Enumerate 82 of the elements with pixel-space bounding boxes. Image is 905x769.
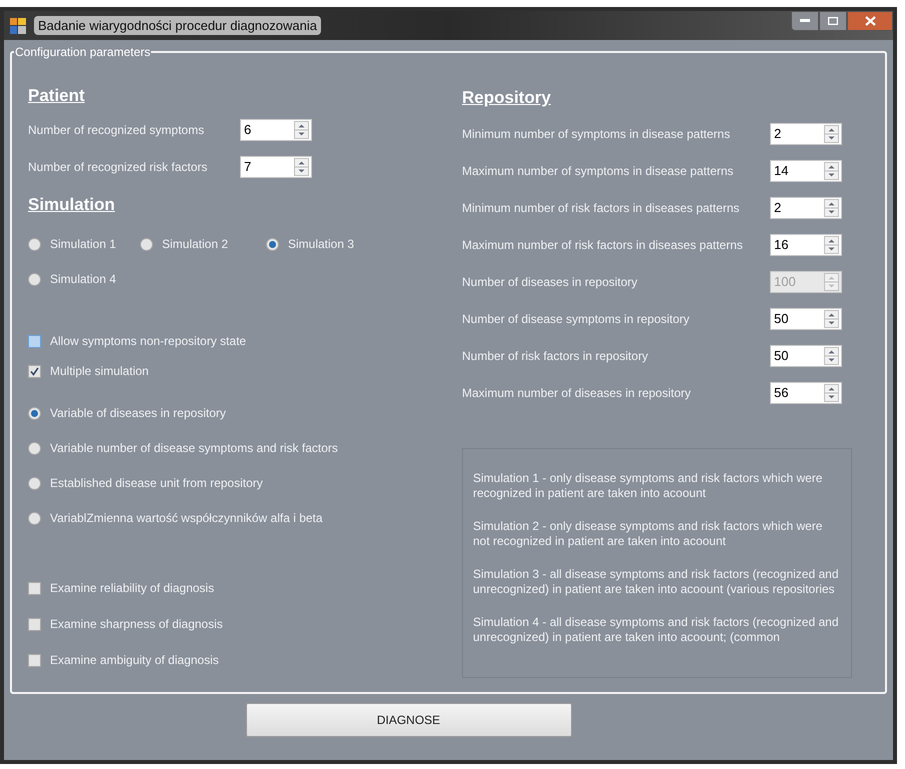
up-down-arrows-icon[interactable] [824, 310, 839, 328]
field-label: Number of risk factors in repository [462, 348, 650, 364]
checkbox[interactable] [28, 654, 41, 666]
up-down-arrows-icon[interactable] [824, 346, 839, 364]
radio-label: Simulation 1 [50, 236, 116, 253]
app-icon [10, 18, 26, 34]
group-title: Configuration parameters [14, 44, 152, 61]
radio-button[interactable] [266, 238, 279, 250]
up-down-arrows-icon[interactable] [824, 384, 839, 402]
spinner-value: 16 [773, 238, 790, 251]
radio-label: Established disease unit from repository [50, 475, 263, 492]
field-label: Number of disease symptoms in repository [462, 310, 690, 328]
radio-button[interactable] [28, 442, 41, 454]
field-label: Minimum number of symptoms in disease patterns [462, 126, 732, 142]
spinner-value: 14 [773, 164, 790, 177]
diagnose-button[interactable]: DIAGNOSE [246, 703, 572, 737]
number-spinner[interactable]: 7 [240, 156, 312, 178]
up-down-arrows-icon[interactable] [824, 124, 839, 142]
info-text: Simulation 1 - only disease symptoms and risk factors which were recognized in patient are taken into acoount [473, 470, 824, 500]
info-text: Simulation 4 - all disease symptoms and risk factors (recognized and unrecognized) in patient are taken into acoount; (common [473, 614, 840, 644]
maximize-button[interactable] [819, 11, 847, 31]
window-title: Badanie wiarygodności procedur diagnozowania [34, 16, 321, 36]
checkbox-label: Multiple simulation [50, 363, 149, 380]
number-spinner[interactable]: 6 [240, 118, 312, 140]
number-spinner[interactable]: 14 [770, 160, 842, 182]
field-label: Minimum number of risk factors in diseases patterns [462, 200, 740, 216]
field-label: Maximum number of diseases in repository [462, 384, 692, 402]
number-spinner[interactable]: 50 [770, 344, 842, 366]
number-spinner[interactable]: 50 [770, 308, 842, 330]
spinner-value: 2 [773, 201, 782, 214]
radio-label: Simulation 3 [288, 236, 354, 253]
field-label: Number of diseases in repository [462, 274, 638, 290]
maximize-icon [828, 17, 838, 25]
minimize-button[interactable] [791, 11, 819, 31]
spinner-value: 2 [773, 127, 782, 140]
number-spinner[interactable]: 16 [770, 234, 842, 256]
up-down-arrows-icon[interactable] [824, 236, 839, 254]
number-spinner[interactable]: 2 [770, 122, 842, 144]
radio-button[interactable] [28, 272, 41, 286]
field-label: Maximum number of symptoms in disease patterns [462, 162, 734, 180]
spinner-value: 7 [243, 160, 252, 173]
hover-highlight [29, 582, 40, 594]
hover-highlight [29, 654, 40, 666]
radio-label: Simulation 2 [162, 236, 228, 253]
close-button[interactable] [847, 11, 893, 31]
up-down-arrows-icon[interactable] [824, 162, 839, 180]
radio-button[interactable] [140, 238, 153, 250]
radio-label: Variable number of disease symptoms and risk factors [50, 440, 338, 457]
field-label: Maximum number of risk factors in diseases patterns [462, 236, 744, 254]
minimize-icon [800, 19, 810, 23]
spinner-value: 100 [773, 275, 797, 288]
radio-label: Variable of diseases in repository [50, 405, 226, 422]
spinner-value: 50 [773, 312, 790, 325]
spinner-value: 50 [773, 349, 790, 362]
section-heading: Repository [462, 87, 552, 109]
radio-label: VariablZmienna wartość współczynników alfa i beta [50, 510, 323, 527]
checkbox-label: Examine sharpness of diagnosis [50, 616, 223, 633]
checkbox-label: Examine ambiguity of diagnosis [50, 652, 219, 669]
radio-button[interactable] [28, 476, 41, 490]
close-icon [864, 16, 876, 26]
info-text: Simulation 2 - only disease symptoms and risk factors which were not recognized in patient are taken into acoount [473, 518, 824, 548]
up-down-arrows-icon[interactable] [294, 158, 309, 176]
section-heading: Patient [28, 85, 86, 107]
checkbox-label: Examine reliability of diagnosis [50, 580, 214, 597]
checkbox-label: Allow symptoms non-repository state [50, 333, 246, 350]
number-spinner[interactable]: 56 [770, 382, 842, 404]
number-spinner[interactable]: 2 [770, 196, 842, 218]
radio-button[interactable] [28, 406, 41, 420]
section-heading: Simulation [28, 194, 116, 216]
up-down-arrows-icon[interactable] [294, 120, 309, 138]
field-label: Number of recognized risk factors [28, 158, 208, 176]
info-text: Simulation 3 - all disease symptoms and risk factors (recognized and unrecognized) in patient are taken into acoount (various repositories [473, 566, 840, 596]
field-label: Number of recognized symptoms [28, 122, 206, 138]
checkbox[interactable] [28, 618, 41, 630]
spinner-value: 6 [243, 123, 252, 136]
spinner-value: 56 [773, 386, 790, 399]
checkbox[interactable] [28, 582, 41, 594]
radio-label: Simulation 4 [50, 271, 116, 288]
up-down-arrows-icon[interactable] [824, 198, 839, 216]
hover-highlight [29, 618, 40, 630]
radio-button[interactable] [28, 512, 41, 524]
radio-button[interactable] [28, 238, 41, 250]
